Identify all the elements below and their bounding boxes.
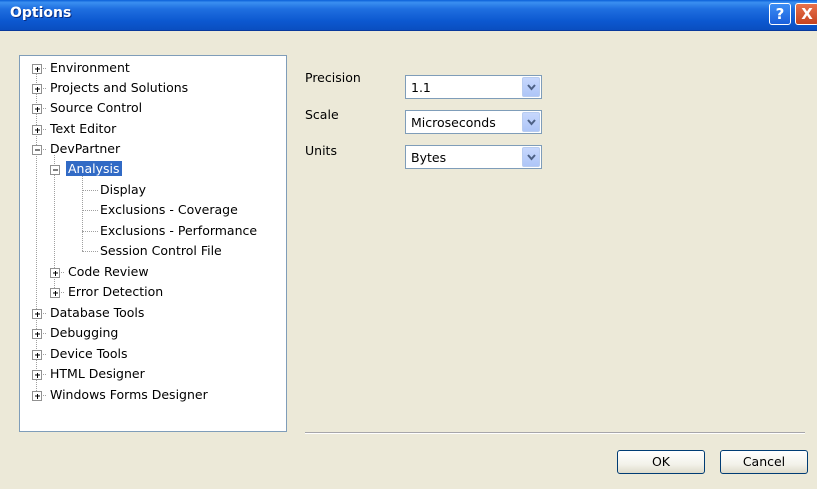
tree-item-code-review[interactable]: Code Review xyxy=(68,263,149,281)
precision-select[interactable]: 1.1 xyxy=(405,75,542,99)
chevron-down-icon[interactable] xyxy=(522,112,540,132)
help-button[interactable]: ? xyxy=(769,3,791,25)
tree-item-debugging[interactable]: Debugging xyxy=(50,324,118,342)
tree-item-windows-forms-designer[interactable]: Windows Forms Designer xyxy=(50,386,208,404)
scale-value: Microseconds xyxy=(411,115,496,130)
tree-connector xyxy=(36,68,37,395)
expand-icon[interactable] xyxy=(32,329,42,339)
help-icon: ? xyxy=(775,5,785,23)
scale-select[interactable]: Microseconds xyxy=(405,110,542,134)
options-tree[interactable]: Environment Projects and Solutions Sourc… xyxy=(19,55,287,432)
tree-item-text-editor[interactable]: Text Editor xyxy=(50,120,116,138)
units-value: Bytes xyxy=(411,150,447,165)
divider xyxy=(305,432,805,434)
units-select[interactable]: Bytes xyxy=(405,145,542,169)
tree-item-devpartner[interactable]: DevPartner xyxy=(50,140,120,158)
tree-item-exclusions-coverage[interactable]: Exclusions - Coverage xyxy=(100,201,238,219)
expand-icon[interactable] xyxy=(32,84,42,94)
expand-icon[interactable] xyxy=(32,350,42,360)
collapse-icon[interactable] xyxy=(50,165,60,175)
expand-icon[interactable] xyxy=(32,125,42,135)
collapse-icon[interactable] xyxy=(32,145,42,155)
chevron-down-icon[interactable] xyxy=(522,77,540,97)
tree-item-projects-and-solutions[interactable]: Projects and Solutions xyxy=(50,79,188,97)
expand-icon[interactable] xyxy=(50,268,60,278)
scale-label: Scale xyxy=(305,107,339,122)
expand-icon[interactable] xyxy=(32,309,42,319)
tree-item-source-control[interactable]: Source Control xyxy=(50,99,142,117)
tree-item-analysis-label: Analysis xyxy=(66,161,122,176)
options-dialog: Options ? X Environment Projects and Sol… xyxy=(0,0,817,489)
tree-item-exclusions-performance[interactable]: Exclusions - Performance xyxy=(100,222,257,240)
title-bar[interactable]: Options ? X xyxy=(0,0,817,31)
tree-item-error-detection[interactable]: Error Detection xyxy=(68,283,163,301)
expand-icon[interactable] xyxy=(32,391,42,401)
tree-item-html-designer[interactable]: HTML Designer xyxy=(50,365,145,383)
tree-item-database-tools[interactable]: Database Tools xyxy=(50,304,144,322)
cancel-button[interactable]: Cancel xyxy=(720,450,808,474)
ok-button[interactable]: OK xyxy=(617,450,705,474)
precision-value: 1.1 xyxy=(411,80,431,95)
expand-icon[interactable] xyxy=(50,288,60,298)
tree-item-display[interactable]: Display xyxy=(100,181,146,199)
expand-icon[interactable] xyxy=(32,64,42,74)
tree-item-device-tools[interactable]: Device Tools xyxy=(50,345,128,363)
window-title: Options xyxy=(10,5,72,21)
close-icon: X xyxy=(801,5,813,23)
close-button[interactable]: X xyxy=(795,3,817,25)
tree-item-environment[interactable]: Environment xyxy=(50,59,130,77)
expand-icon[interactable] xyxy=(32,104,42,114)
chevron-down-icon[interactable] xyxy=(522,147,540,167)
tree-item-analysis[interactable]: Analysis xyxy=(66,160,122,178)
units-label: Units xyxy=(305,143,337,158)
expand-icon[interactable] xyxy=(32,370,42,380)
tree-connector xyxy=(82,176,83,251)
precision-label: Precision xyxy=(305,70,361,85)
tree-item-session-control-file[interactable]: Session Control File xyxy=(100,242,222,260)
